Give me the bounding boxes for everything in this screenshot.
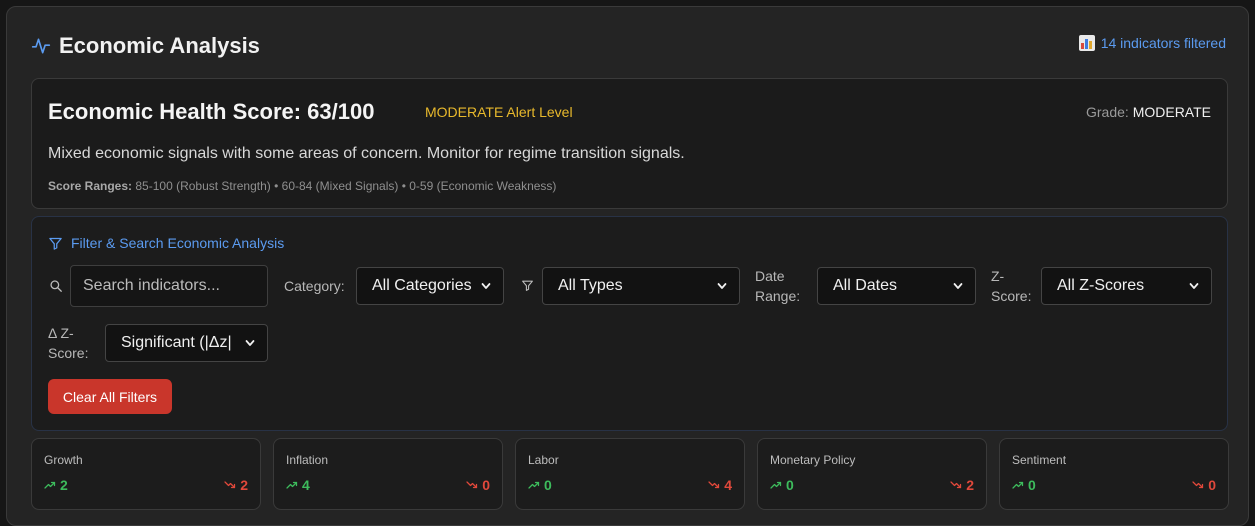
alert-level-badge: MODERATE Alert Level: [425, 104, 573, 120]
clear-all-filters-button[interactable]: Clear All Filters: [48, 379, 172, 414]
up-count-value: 0: [544, 477, 552, 493]
up-count: 0: [528, 477, 552, 493]
down-count: 4: [708, 477, 732, 493]
trending-down-icon: [950, 481, 962, 489]
page-title: Economic Analysis: [59, 33, 260, 58]
up-count: 0: [770, 477, 794, 493]
category-name: Sentiment: [1012, 453, 1067, 467]
trending-up-icon: [770, 481, 782, 489]
chevron-down-icon: [245, 340, 255, 346]
delta-z-score-select-value: Significant (|Δz|: [121, 334, 232, 351]
trending-down-icon: [224, 481, 236, 489]
trending-up-icon: [528, 481, 540, 489]
date-range-label-line1: Date: [755, 268, 785, 284]
filtered-count-label: 14 indicators filtered: [1100, 35, 1226, 51]
category-select[interactable]: All Categories: [356, 267, 504, 305]
down-count-value: 0: [1208, 477, 1216, 493]
trending-down-icon: [1192, 481, 1204, 489]
up-count-value: 0: [1028, 477, 1036, 493]
z-score-label: Z- Score:: [991, 266, 1031, 306]
chevron-down-icon: [717, 283, 727, 289]
date-range-select-value: All Dates: [833, 277, 898, 294]
chevron-down-icon: [1189, 283, 1199, 289]
category-card-labor[interactable]: Labor 0 4: [515, 438, 745, 510]
panel-header: Economic Analysis: [31, 33, 260, 59]
down-count-value: 0: [482, 477, 490, 493]
up-count: 0: [1012, 477, 1036, 493]
trending-up-icon: [1012, 481, 1024, 489]
date-range-label-line2: Range:: [755, 288, 801, 304]
filter-heading-label: Filter & Search Economic Analysis: [71, 235, 285, 251]
z-score-select[interactable]: All Z-Scores: [1041, 267, 1212, 305]
category-select-value: All Categories: [372, 277, 472, 294]
down-count-value: 4: [724, 477, 732, 493]
type-filter-icon: [522, 280, 533, 291]
category-card-monetary-policy[interactable]: Monetary Policy 0 2: [757, 438, 987, 510]
down-count-value: 2: [240, 477, 248, 493]
z-score-select-value: All Z-Scores: [1057, 277, 1145, 294]
type-select[interactable]: All Types: [542, 267, 740, 305]
bar-chart-icon: [1078, 35, 1095, 51]
type-select-value: All Types: [558, 277, 623, 294]
delta-z-score-label-line2: Score:: [48, 345, 89, 361]
down-count: 2: [224, 477, 248, 493]
activity-icon: [31, 38, 51, 54]
category-name: Labor: [528, 453, 559, 467]
filter-heading: Filter & Search Economic Analysis: [48, 235, 284, 251]
category-label: Category:: [284, 278, 345, 294]
grade: Grade: MODERATE: [1086, 104, 1211, 120]
up-count-value: 4: [302, 477, 310, 493]
category-name: Inflation: [286, 453, 329, 467]
filter-panel: Filter & Search Economic Analysis Catego…: [31, 216, 1228, 431]
down-count-value: 2: [966, 477, 974, 493]
down-count: 0: [1192, 477, 1216, 493]
category-card-growth[interactable]: Growth 2 2: [31, 438, 261, 510]
date-range-label: Date Range:: [755, 266, 800, 306]
chevron-down-icon: [481, 283, 491, 289]
category-card-inflation[interactable]: Inflation 4 0: [273, 438, 503, 510]
category-card-sentiment[interactable]: Sentiment 0 0: [999, 438, 1229, 510]
trending-down-icon: [466, 481, 478, 489]
search-input[interactable]: [70, 265, 268, 307]
economic-analysis-panel: Economic Analysis 14 indicators filtered…: [6, 6, 1249, 526]
score-ranges-label: Score Ranges:: [48, 179, 133, 193]
health-score-description: Mixed economic signals with some areas o…: [48, 145, 685, 162]
category-name: Growth: [44, 453, 83, 467]
grade-label: Grade:: [1085, 104, 1129, 120]
z-score-label-line1: Z-: [991, 268, 1005, 284]
delta-z-score-label-line1: Δ Z-: [48, 325, 74, 341]
health-score-title: Economic Health Score: 63/100: [48, 99, 375, 124]
up-count: 2: [44, 477, 68, 493]
indicators-filtered-count[interactable]: 14 indicators filtered: [1078, 35, 1226, 51]
score-ranges-text: 85-100 (Robust Strength) • 60-84 (Mixed …: [135, 179, 557, 193]
grade-value: MODERATE: [1132, 104, 1211, 120]
delta-z-score-select[interactable]: Significant (|Δz|: [105, 324, 268, 362]
trending-up-icon: [44, 481, 56, 489]
health-score-card: Economic Health Score: 63/100 MODERATE A…: [31, 78, 1228, 209]
date-range-select[interactable]: All Dates: [817, 267, 976, 305]
score-ranges: Score Ranges: 85-100 (Robust Strength) •…: [48, 179, 556, 193]
up-count-value: 0: [786, 477, 794, 493]
delta-z-score-label: Δ Z- Score:: [48, 323, 88, 363]
trending-down-icon: [708, 481, 720, 489]
down-count: 2: [950, 477, 974, 493]
z-score-label-line2: Score:: [991, 288, 1032, 304]
search-icon: [50, 280, 62, 292]
up-count: 4: [286, 477, 310, 493]
category-name: Monetary Policy: [770, 453, 856, 467]
filter-icon: [49, 237, 62, 250]
down-count: 0: [466, 477, 490, 493]
up-count-value: 2: [60, 477, 68, 493]
trending-up-icon: [286, 481, 298, 489]
chevron-down-icon: [953, 283, 963, 289]
